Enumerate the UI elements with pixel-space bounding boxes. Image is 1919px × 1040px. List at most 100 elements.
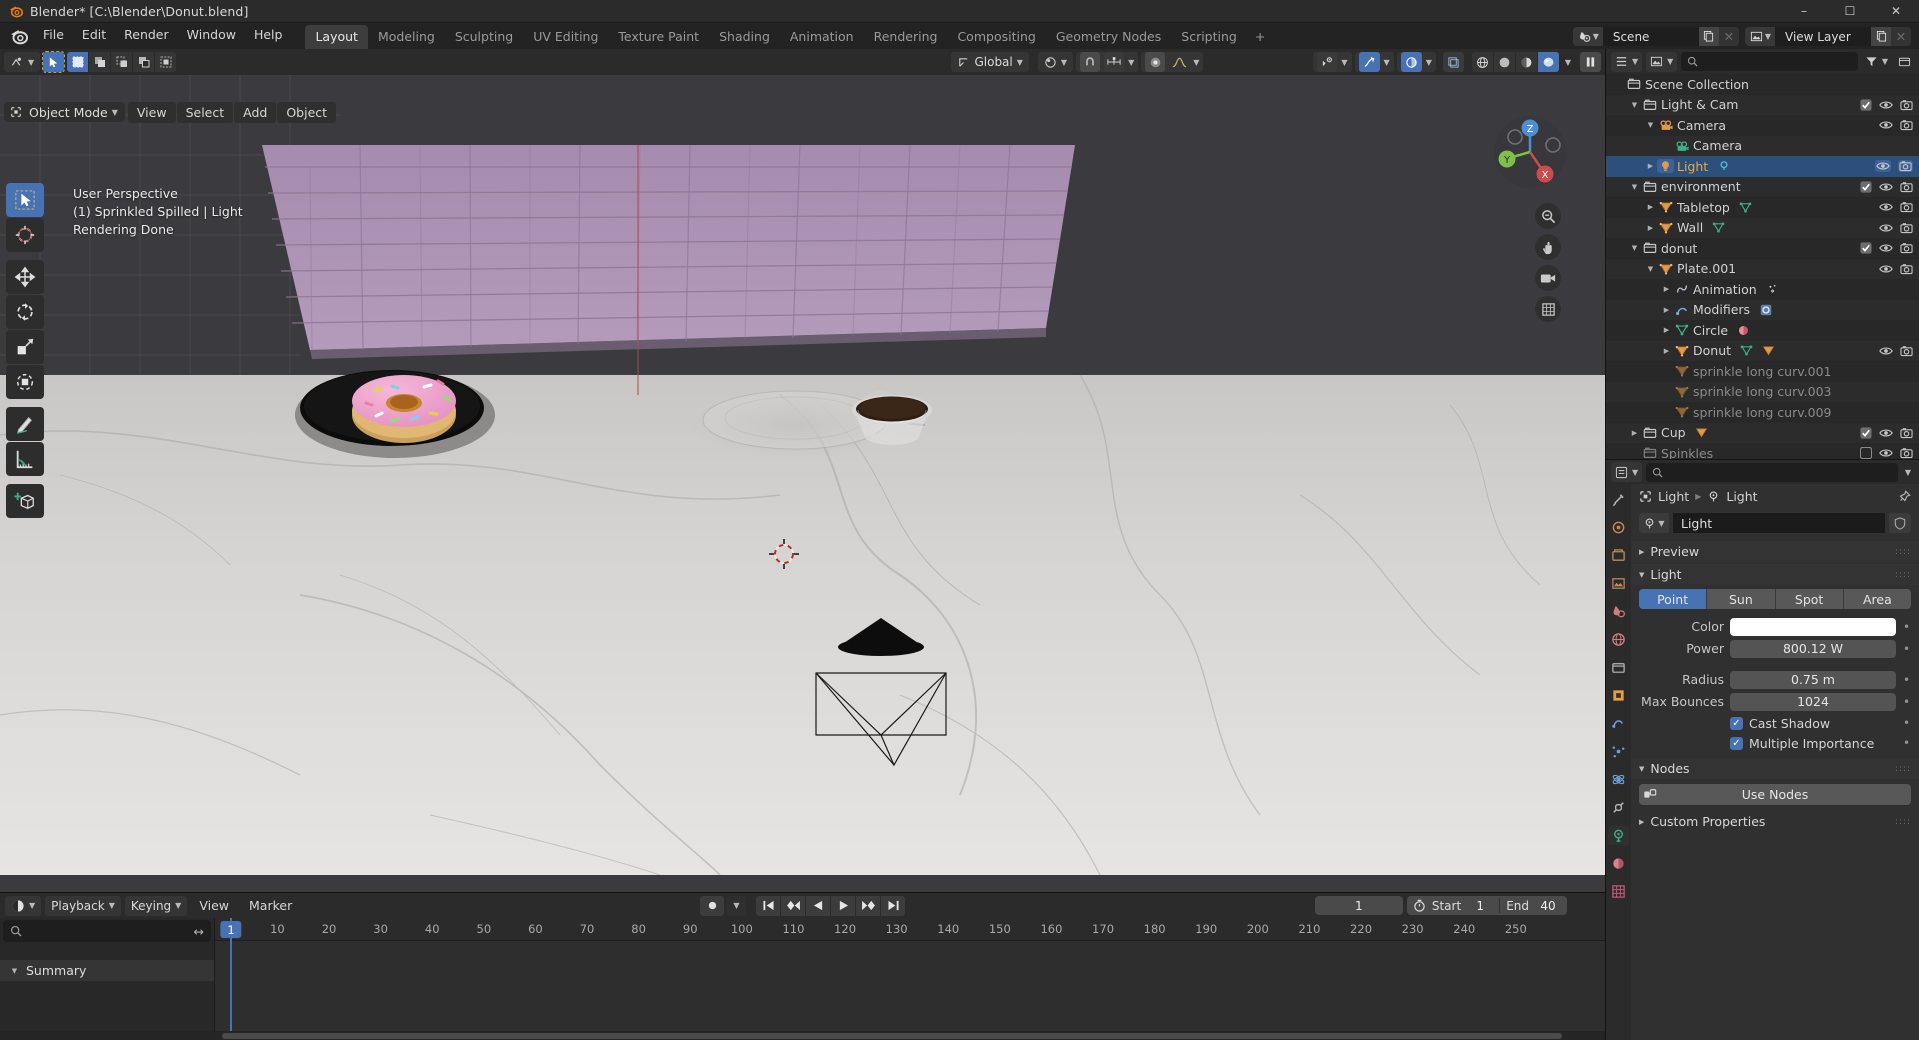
outliner-row[interactable]: sprinkle long curv.003	[1606, 381, 1919, 402]
workspace-tab-rendering[interactable]: Rendering	[864, 25, 948, 49]
expand-triangle-closed-icon[interactable]: ▶	[1660, 285, 1673, 293]
expand-triangle-open-icon[interactable]: ▼	[1628, 183, 1641, 191]
light-maxbounces-field[interactable]: 1024	[1730, 692, 1896, 711]
outliner-row[interactable]: ▶ Wall	[1606, 217, 1919, 238]
outliner[interactable]: Scene Collection ▼ Light & Cam ▼ Camera Camer…	[1606, 74, 1919, 459]
workspace-tab-uv-editing[interactable]: UV Editing	[523, 25, 608, 49]
animate-cast-shadow-icon[interactable]: •	[1902, 716, 1911, 730]
exclude-collection-checkbox[interactable]	[1860, 181, 1872, 193]
timeline-ruler[interactable]: 1102030405060708090100110120130140150160…	[215, 918, 1605, 941]
outliner-row[interactable]: ▼ donut	[1606, 238, 1919, 259]
tweak-mode-icon[interactable]	[42, 51, 66, 73]
expand-triangle-open-icon[interactable]: ▼	[1644, 121, 1657, 129]
viewport-menu-add[interactable]: Add	[234, 101, 277, 123]
channel-search-input[interactable]: ↔	[3, 920, 211, 942]
tab-world[interactable]	[1608, 630, 1629, 649]
animate-power-icon[interactable]: •	[1902, 642, 1911, 656]
timeline-view-menu[interactable]: View	[191, 896, 237, 915]
viewport-menu-view[interactable]: View	[127, 101, 176, 123]
workspace-tab-sculpting[interactable]: Sculpting	[445, 25, 523, 49]
current-frame-field[interactable]: 1	[1314, 896, 1403, 915]
zoom-view-icon[interactable]	[1535, 203, 1561, 229]
show-overlays-icon[interactable]	[1358, 52, 1380, 72]
snap-magnet-icon[interactable]	[1080, 52, 1101, 72]
toggle-ortho-icon[interactable]	[1535, 296, 1561, 322]
viewport-menu-select[interactable]: Select	[176, 101, 234, 123]
outliner-row[interactable]: ▼ environment	[1606, 176, 1919, 197]
disable-in-render-icon[interactable]	[1900, 242, 1913, 254]
rotate-tool[interactable]	[6, 295, 44, 329]
workspace-tab-scripting[interactable]: Scripting	[1171, 25, 1247, 49]
animate-radius-icon[interactable]: •	[1902, 673, 1911, 687]
select-subtract-icon[interactable]	[111, 52, 133, 72]
shading-dropdown[interactable]: ▼	[1562, 52, 1574, 72]
outliner-row[interactable]: ▼ Plate.001	[1606, 258, 1919, 279]
minimize-button[interactable]: –	[1781, 0, 1827, 23]
outliner-row[interactable]: sprinkle long curv.001	[1606, 361, 1919, 382]
viewport-overlays-button[interactable]: ▼	[1354, 52, 1394, 72]
timeline-horizontal-scrollbar[interactable]	[222, 1032, 1562, 1039]
menu-help[interactable]: Help	[245, 24, 292, 47]
outliner-display-mode-selector[interactable]: ▼	[1646, 51, 1678, 72]
maximize-button[interactable]: ☐	[1827, 0, 1873, 23]
menu-edit[interactable]: Edit	[73, 24, 115, 47]
editor-type-selector[interactable]: ▼	[4, 52, 41, 72]
disable-in-render-icon[interactable]	[1900, 99, 1913, 111]
tab-tool[interactable]	[1608, 490, 1629, 509]
toggle-xray-icon[interactable]	[1400, 52, 1422, 72]
rendered-shading-icon[interactable]	[1537, 52, 1559, 72]
hide-in-viewport-icon[interactable]	[1879, 99, 1893, 111]
select-extend-icon[interactable]	[89, 52, 111, 72]
disable-in-render-icon[interactable]	[1900, 345, 1913, 357]
start-frame-value[interactable]: 1	[1467, 899, 1493, 913]
play-reverse-icon[interactable]	[806, 895, 830, 916]
measure-tool[interactable]	[6, 442, 44, 476]
outliner-row[interactable]: Spinkles	[1606, 443, 1919, 459]
outliner-row[interactable]: ▶ Cup	[1606, 422, 1919, 443]
outliner-row[interactable]: ▶ Tabletop	[1606, 197, 1919, 218]
expand-triangle-closed-icon[interactable]: ▶	[1644, 203, 1657, 211]
scene-selector[interactable]: ▼ Scene ✕	[1572, 27, 1739, 46]
hide-in-viewport-icon[interactable]	[1879, 181, 1893, 193]
show-gizmo-icon[interactable]	[1317, 52, 1338, 72]
tweak-tool[interactable]	[6, 183, 44, 217]
wireframe-shading-icon[interactable]	[1471, 52, 1493, 72]
viewport-3d[interactable]: User Perspective (1) Sprinkled Spilled |…	[0, 75, 1605, 892]
outliner-filter-icon[interactable]: ▼	[1862, 52, 1891, 72]
expand-triangle-closed-icon[interactable]: ▶	[1660, 306, 1673, 314]
tab-output[interactable]	[1608, 546, 1629, 565]
snap-increment-icon[interactable]	[1104, 52, 1125, 72]
exclude-collection-checkbox[interactable]	[1860, 242, 1872, 254]
light-radius-field[interactable]: 0.75 m	[1730, 670, 1896, 689]
close-button[interactable]: ✕	[1873, 0, 1919, 23]
proportional-edit-icon[interactable]	[1145, 52, 1166, 72]
panel-custom-properties[interactable]: ▶ Custom Properties ::::	[1631, 811, 1919, 832]
expand-triangle-closed-icon[interactable]: ▶	[1644, 224, 1657, 232]
timeline-track-area[interactable]: 1102030405060708090100110120130140150160…	[215, 918, 1605, 1031]
workspace-tab-texture-paint[interactable]: Texture Paint	[608, 25, 709, 49]
next-keyframe-icon[interactable]	[856, 895, 880, 916]
workspace-tab-layout[interactable]: Layout	[305, 25, 368, 49]
breadcrumb-data-label[interactable]: Light	[1726, 489, 1757, 504]
pan-view-icon[interactable]	[1535, 234, 1561, 260]
viewlayer-selector[interactable]: ▼ View Layer ✕	[1744, 27, 1911, 46]
play-icon[interactable]	[831, 895, 855, 916]
cursor-tool[interactable]	[6, 218, 44, 252]
light-type-area[interactable]: Area	[1843, 589, 1911, 609]
viewport-gizmo-button[interactable]: ▼	[1313, 52, 1352, 72]
outliner-row[interactable]: ▶ Circle	[1606, 320, 1919, 341]
outliner-search-input[interactable]	[1681, 52, 1858, 71]
timeline-marker-menu[interactable]: Marker	[241, 896, 300, 915]
viewlayer-name[interactable]: View Layer	[1775, 27, 1871, 46]
outliner-row[interactable]: ▼ Light & Cam	[1606, 94, 1919, 115]
disable-in-render-icon[interactable]	[1898, 160, 1913, 173]
outliner-row[interactable]: sprinkle long curv.009	[1606, 402, 1919, 423]
exclude-collection-checkbox[interactable]	[1860, 427, 1872, 439]
summary-channel[interactable]: ▼ Summary	[0, 960, 214, 981]
properties-editor-type-selector[interactable]: ▼	[1611, 462, 1643, 482]
add-cube-tool[interactable]	[6, 484, 44, 518]
expand-triangle-open-icon[interactable]: ▼	[1644, 265, 1657, 273]
light-type-spot[interactable]: Spot	[1775, 589, 1844, 609]
remove-scene-icon[interactable]: ✕	[1718, 27, 1739, 46]
tab-constraints[interactable]	[1608, 798, 1629, 817]
